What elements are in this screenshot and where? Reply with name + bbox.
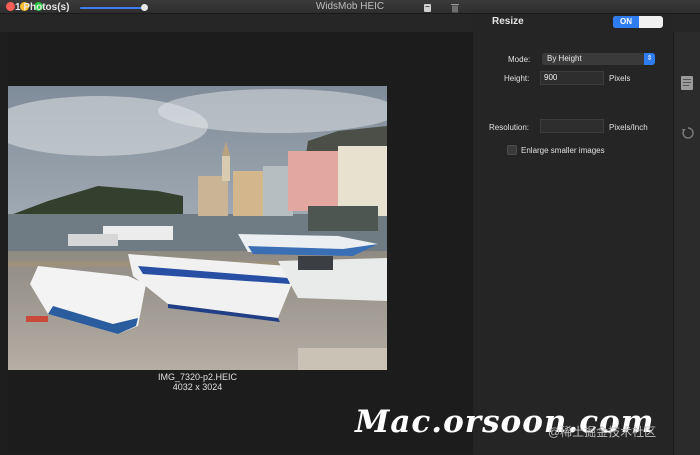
trash-icon[interactable] xyxy=(451,3,459,16)
resize-toggle-label: ON xyxy=(613,16,639,28)
window-icon[interactable] xyxy=(423,3,432,16)
photo-preview[interactable] xyxy=(8,86,387,370)
enlarge-label: Enlarge smaller images xyxy=(521,146,605,155)
resize-section-title: Resize xyxy=(492,16,524,27)
resize-toggle[interactable]: ON xyxy=(613,16,663,28)
mode-select[interactable]: By Height ⇕ xyxy=(542,53,655,65)
resolution-label: Resolution: xyxy=(489,123,530,132)
mode-select-value: By Height xyxy=(547,54,582,63)
height-input[interactable]: 900 xyxy=(540,71,604,85)
height-label: Height: xyxy=(504,74,530,83)
mode-label: Mode: xyxy=(508,55,531,64)
photo-filename: IMG_7320-p2.HEIC xyxy=(157,372,238,382)
chevron-updown-icon: ⇕ xyxy=(644,53,655,65)
photo-count: 1 Photos(s) xyxy=(15,2,70,13)
document-icon[interactable] xyxy=(680,75,694,94)
height-unit: Pixels xyxy=(609,74,631,83)
photo-dimensions: 4032 x 3024 xyxy=(172,382,223,392)
thumbnail-size-slider[interactable] xyxy=(80,7,146,9)
resolution-unit: Pixels/Inch xyxy=(609,123,648,132)
enlarge-checkbox[interactable] xyxy=(507,145,517,155)
resolution-input[interactable] xyxy=(540,119,604,133)
side-strip xyxy=(673,32,700,455)
watermark-subtext: @稀土掘金技术社区 xyxy=(548,425,657,439)
thumbnail-size-slider-knob[interactable] xyxy=(141,4,148,11)
refresh-icon[interactable] xyxy=(681,126,695,143)
